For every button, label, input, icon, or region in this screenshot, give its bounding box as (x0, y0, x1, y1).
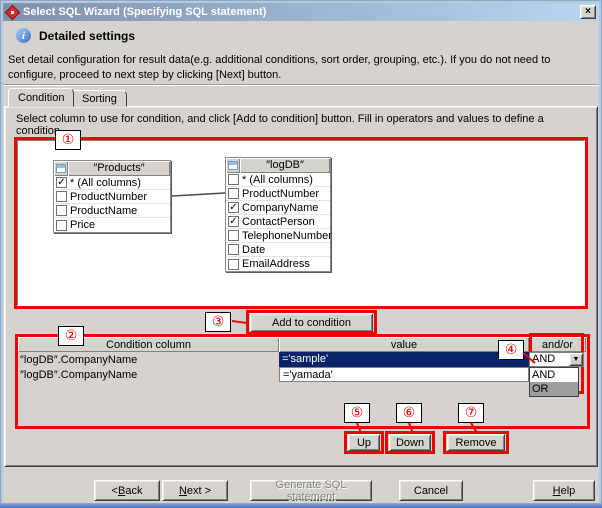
checkbox[interactable]: ✓ (228, 202, 239, 213)
column-row[interactable]: EmailAddress (226, 257, 330, 271)
annotation-label-1: ① (55, 130, 81, 150)
remove-button[interactable]: Remove (447, 434, 505, 451)
chevron-down-icon[interactable]: ▼ (569, 353, 583, 366)
annotation-label-5: ⑤ (344, 403, 370, 423)
checkbox[interactable] (228, 259, 239, 270)
andor-option-or[interactable]: OR (530, 382, 578, 396)
condition-row-value[interactable]: ='sample' (279, 352, 529, 367)
title-bar[interactable]: Select SQL Wizard (Specifying SQL statem… (3, 3, 599, 21)
annotation-label-6: ⑥ (396, 403, 422, 423)
up-button[interactable]: Up (348, 434, 380, 451)
generate-sql-button: Generate SQL statement (250, 480, 372, 501)
condition-row-column: ″logDB″.CompanyName (20, 354, 137, 366)
table-icon (54, 161, 68, 176)
header-separator (2, 84, 600, 86)
checkbox[interactable] (56, 205, 67, 216)
checkbox[interactable] (228, 188, 239, 199)
condition-instruction: Select column to use for condition, and … (16, 113, 591, 137)
column-row[interactable]: * (All columns) (226, 173, 330, 187)
condition-row-column: ″logDB″.CompanyName (20, 369, 137, 381)
select-sql-wizard-dialog: Select SQL Wizard (Specifying SQL statem… (0, 0, 602, 508)
column-row[interactable]: ✓ * (All columns) (54, 176, 170, 190)
tab-sorting[interactable]: Sorting (72, 90, 127, 107)
annotation-label-4: ④ (498, 340, 524, 360)
back-button[interactable]: < Back (94, 480, 160, 501)
grid-header-andor: and/or (529, 337, 586, 352)
column-row[interactable]: Date (226, 243, 330, 257)
products-table: ″Products″ ✓ * (All columns) ProductNumb… (53, 160, 171, 233)
window-title: Select SQL Wizard (Specifying SQL statem… (23, 6, 266, 18)
checkbox[interactable] (228, 244, 239, 255)
checkbox[interactable] (56, 191, 67, 202)
column-row[interactable]: TelephoneNumber (226, 229, 330, 243)
help-button[interactable]: Help (533, 480, 595, 501)
andor-option-and[interactable]: AND (530, 368, 578, 382)
annotation-label-2: ② (58, 326, 84, 346)
column-row[interactable]: ProductNumber (54, 190, 170, 204)
add-to-condition-button[interactable]: Add to condition (250, 313, 373, 332)
close-icon[interactable]: × (580, 5, 596, 19)
column-row[interactable]: Price (54, 218, 170, 232)
products-table-name: ″Products″ (68, 161, 170, 176)
column-row[interactable]: ProductName (54, 204, 170, 218)
tab-condition[interactable]: Condition (8, 88, 74, 107)
page-title: Detailed settings (39, 29, 135, 43)
table-icon (226, 158, 240, 173)
checkbox[interactable]: ✓ (56, 177, 67, 188)
page-description: Set detail configuration for result data… (8, 53, 596, 83)
andor-dropdown[interactable]: AND ▼ (529, 352, 584, 367)
logdb-table-header: ″logDB″ (226, 158, 330, 173)
annotation-label-7: ⑦ (458, 403, 484, 423)
condition-row-value[interactable]: ='yamada' (279, 367, 529, 382)
column-row[interactable]: ProductNumber (226, 187, 330, 201)
logdb-table: ″logDB″ * (All columns) ProductNumber ✓ … (225, 157, 331, 272)
column-row[interactable]: ✓ CompanyName (226, 201, 330, 215)
column-row[interactable]: ✓ ContactPerson (226, 215, 330, 229)
down-button[interactable]: Down (389, 434, 431, 451)
info-icon: i (16, 28, 31, 43)
andor-dropdown-list: AND OR (529, 367, 579, 397)
checkbox[interactable] (228, 230, 239, 241)
next-button[interactable]: Next > (162, 480, 228, 501)
checkbox[interactable]: ✓ (228, 216, 239, 227)
grid-header-value: value (279, 337, 529, 352)
cancel-button[interactable]: Cancel (399, 480, 463, 501)
logdb-table-name: ″logDB″ (240, 158, 330, 173)
andor-selected-value: AND (530, 353, 569, 366)
checkbox[interactable] (56, 220, 67, 231)
app-icon (6, 6, 19, 19)
window-bottom-edge (0, 503, 602, 508)
annotation-label-3: ③ (205, 312, 231, 332)
checkbox[interactable] (228, 174, 239, 185)
products-table-header: ″Products″ (54, 161, 170, 176)
